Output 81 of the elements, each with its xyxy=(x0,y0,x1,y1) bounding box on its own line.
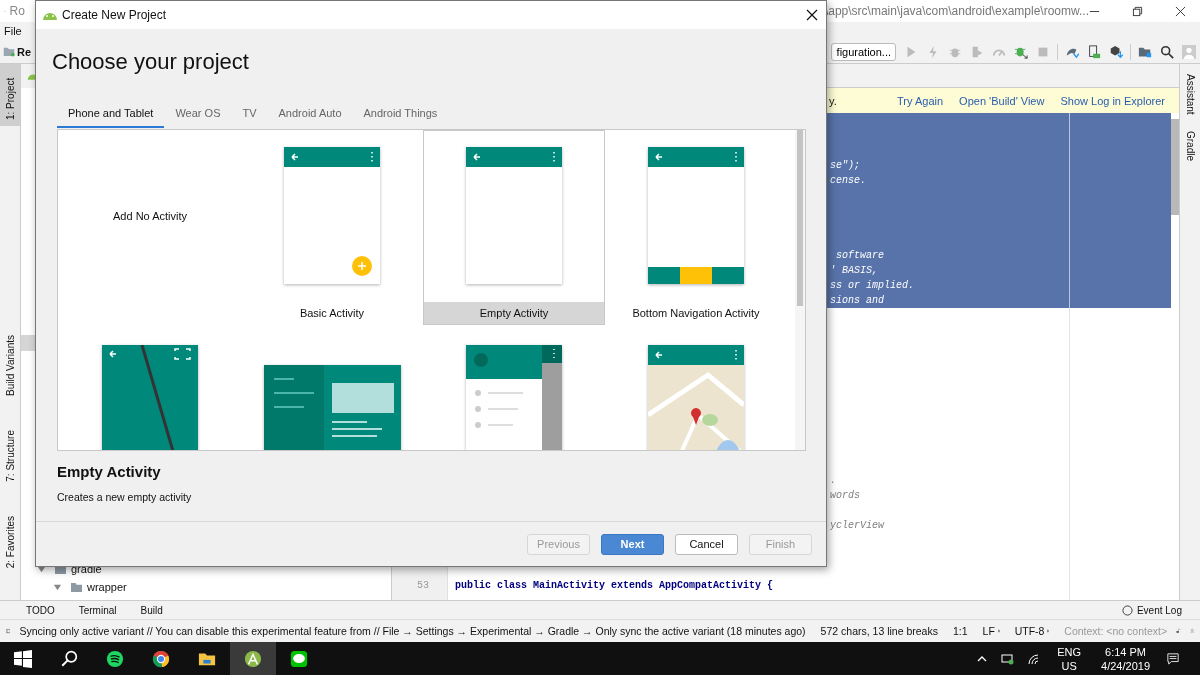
download-icon[interactable] xyxy=(1109,44,1123,59)
window-title: Ro xyxy=(9,4,25,18)
clock-date[interactable]: 4/24/2019 xyxy=(1101,658,1150,673)
tab[interactable]: Android Things xyxy=(352,105,449,128)
template-card[interactable]: Basic Activity xyxy=(241,130,423,325)
template-title: Basic Activity xyxy=(299,307,365,319)
project-crumb[interactable]: Re xyxy=(17,45,32,58)
code-line: se"); xyxy=(829,159,861,173)
code-line: cense. xyxy=(829,174,867,188)
dialog-button[interactable]: Next xyxy=(601,533,664,555)
template-card[interactable]: Empty Activity xyxy=(423,130,605,325)
code-line: . xyxy=(829,474,837,488)
region-indicator[interactable]: US xyxy=(1061,658,1077,673)
tab[interactable]: TV xyxy=(231,105,268,128)
close-icon[interactable] xyxy=(1175,5,1186,17)
code-line: words xyxy=(829,489,861,503)
tree-item[interactable]: gradle xyxy=(71,563,102,575)
window-path: \app\src\main\java\com\android\example\roomw... xyxy=(824,4,1089,18)
code-line: yclerView xyxy=(829,519,886,533)
banner-link[interactable]: Try Again xyxy=(897,94,944,107)
tool-window-tab[interactable]: Build xyxy=(140,604,163,616)
tool-window-tab[interactable]: Event Log xyxy=(1136,604,1182,616)
clock-time[interactable]: 6:14 PM xyxy=(1105,644,1146,659)
folder-icon xyxy=(3,46,15,57)
tool-window-tab[interactable]: TODO xyxy=(26,604,55,616)
notification-icon[interactable] xyxy=(1166,652,1180,665)
restore-icon[interactable] xyxy=(1132,5,1143,17)
tool-window-tab[interactable]: Build Variants xyxy=(0,329,20,402)
status-text: Context: <no context> xyxy=(1064,625,1168,637)
scrollbar[interactable] xyxy=(1171,119,1179,215)
tool-window-tab[interactable]: 1: Project xyxy=(0,64,20,126)
dialog-button[interactable]: Cancel xyxy=(675,533,738,555)
code-line: ss or implied. xyxy=(829,279,915,293)
line-number: 53 xyxy=(416,579,430,593)
template-name: Empty Activity xyxy=(57,463,162,480)
template-card[interactable]: Bottom Navigation Activity xyxy=(605,130,787,325)
template-title: Empty Activity xyxy=(479,307,549,319)
language-indicator[interactable]: ENG xyxy=(1057,644,1082,659)
template-description: Creates a new empty activity xyxy=(57,491,193,503)
search-icon[interactable] xyxy=(60,649,78,668)
taskbar-app-icon[interactable] xyxy=(152,649,170,668)
code-line: ' BASIS, xyxy=(829,264,879,278)
close-icon[interactable] xyxy=(806,9,818,21)
tool-window-tab[interactable]: Assistant xyxy=(1180,64,1200,121)
code-line: software xyxy=(835,249,885,263)
taskbar-app-icon[interactable] xyxy=(244,649,262,668)
tree-item[interactable]: wrapper xyxy=(87,581,127,593)
banner-link[interactable]: Open 'Build' View xyxy=(959,94,1045,107)
template-card[interactable]: Add No Activity xyxy=(59,130,241,325)
run-configuration-button[interactable]: figuration... xyxy=(830,42,896,61)
expand-arrow-icon[interactable] xyxy=(37,564,46,574)
banner-link[interactable]: Show Log in Explorer xyxy=(1060,94,1165,107)
dialog-heading: Choose your project xyxy=(52,49,250,75)
battery-icon[interactable] xyxy=(1001,652,1016,665)
template-title: Bottom Navigation Activity xyxy=(632,307,760,319)
taskbar-app-icon[interactable] xyxy=(106,649,124,668)
speech-bubble-icon xyxy=(1121,604,1133,616)
template-title: Add No Activity xyxy=(113,209,187,222)
scrollbar[interactable] xyxy=(797,130,803,306)
start-icon[interactable] xyxy=(14,649,32,668)
device-icon[interactable] xyxy=(1087,44,1101,59)
tool-window-tab[interactable]: Gradle xyxy=(1180,120,1200,167)
tab[interactable]: Android Auto xyxy=(267,105,353,128)
tab[interactable]: Wear OS xyxy=(164,105,232,128)
dialog-title: Create New Project xyxy=(62,8,167,22)
status-text[interactable]: 1:1 xyxy=(952,625,968,637)
code-line: public class MainActivity extends AppCompatActivity { xyxy=(454,579,775,593)
status-text[interactable]: UTF-8 xyxy=(1014,625,1045,637)
folder-icon xyxy=(70,581,83,593)
chat-app-icon[interactable] xyxy=(290,649,308,668)
status-text: 572 chars, 13 line breaks xyxy=(820,625,938,637)
banner-text: y. xyxy=(829,94,837,107)
tool-window-tab[interactable]: Terminal xyxy=(78,604,117,616)
tool-window-tab[interactable]: 2: Favorites xyxy=(0,509,20,574)
code-line: sions and xyxy=(829,294,885,308)
status-text[interactable]: LF xyxy=(982,625,995,637)
search-icon[interactable] xyxy=(1160,44,1174,59)
tool-window-tab[interactable]: 7: Structure xyxy=(0,423,20,488)
status-message: Syncing only active variant // You can disable this experimental feature from // File → Settings → Experimental → Gradle → Only sync the active variant (18 minutes ago) xyxy=(19,625,806,637)
menu-item[interactable]: File xyxy=(4,25,22,37)
expand-arrow-icon[interactable] xyxy=(53,582,62,592)
